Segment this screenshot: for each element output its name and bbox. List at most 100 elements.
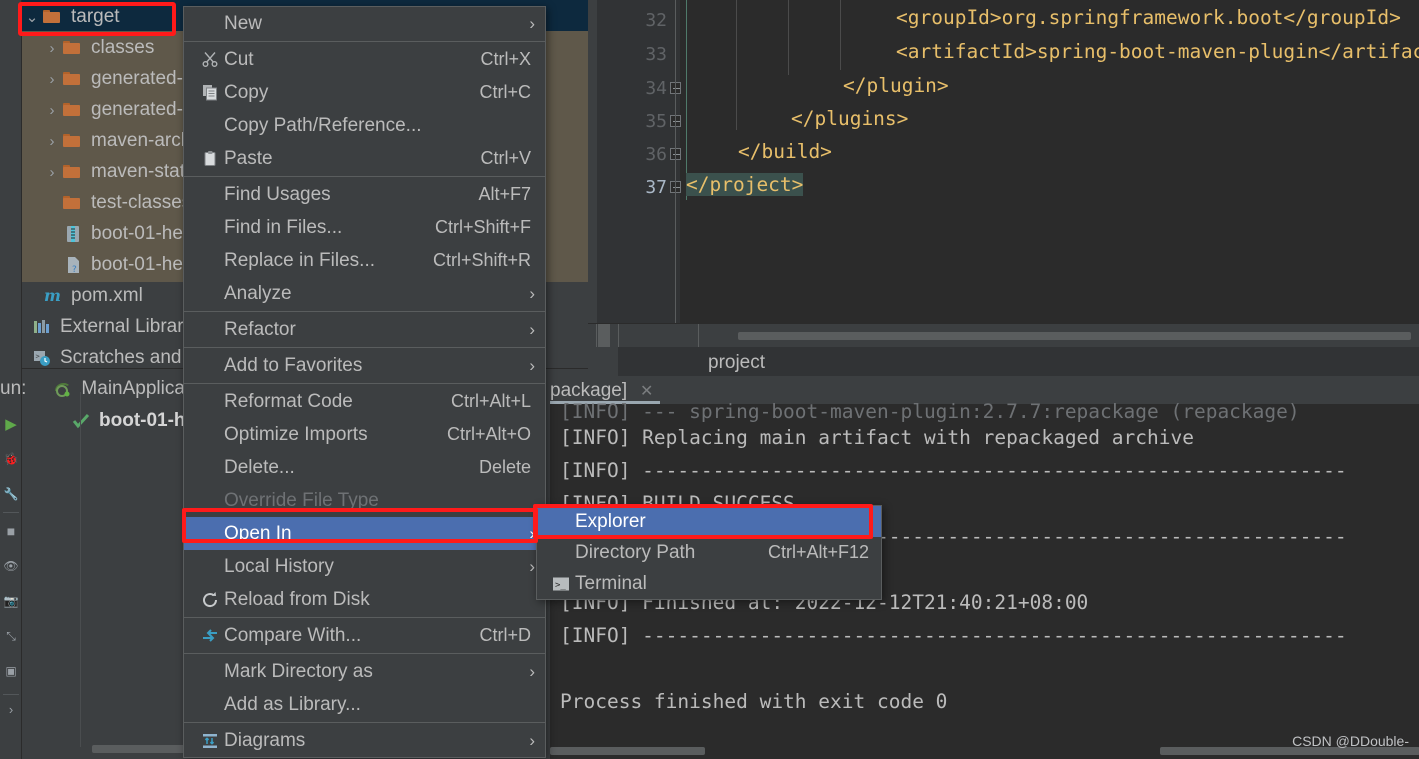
menu-item-label: Compare With...	[224, 624, 362, 646]
chevron-right-icon[interactable]: ›	[42, 164, 62, 181]
console-icon[interactable]: ▣	[2, 662, 20, 680]
menu-item-accel: Ctrl+Shift+R	[432, 250, 531, 270]
menu-item-label: Optimize Imports	[224, 423, 368, 445]
chevron-down-icon[interactable]: ⌄	[22, 8, 42, 26]
collapse-icon[interactable]: ⤡	[2, 627, 20, 645]
chevron-right-icon: ›	[529, 355, 535, 375]
line-number: 37	[645, 177, 667, 198]
folder-icon	[62, 133, 84, 149]
chevron-right-icon[interactable]: ›	[42, 133, 62, 150]
code-line: </build>	[738, 140, 832, 163]
menu-item-accel: Delete	[478, 457, 531, 477]
run-label: un:	[0, 378, 27, 399]
jar-icon	[62, 225, 84, 243]
menu-item-mark-directory-as[interactable]: Mark Directory as ›	[184, 655, 545, 688]
menu-item-label: New	[224, 12, 263, 34]
chevron-right-icon: ›	[529, 523, 535, 543]
chevron-right-icon[interactable]: ›	[42, 40, 62, 57]
menu-item-label: Paste	[224, 147, 273, 169]
maven-icon: m	[42, 287, 64, 305]
menu-item-reformat-code[interactable]: Reformat Code Ctrl+Alt+L	[184, 385, 545, 418]
menu-item-label: Override File Type	[224, 489, 379, 511]
menu-item-open-in[interactable]: Open In ›	[184, 517, 545, 550]
code-line-selected: </project>	[686, 173, 804, 196]
chevron-right-icon[interactable]: ›	[42, 71, 62, 88]
menu-separator	[184, 41, 545, 42]
menu-item-add-to-favorites[interactable]: Add to Favorites ›	[184, 349, 545, 382]
svg-text:m: m	[44, 287, 61, 305]
menu-item-label: Add to Favorites	[224, 354, 363, 376]
watch-icon[interactable]: 👁	[2, 557, 20, 575]
line-number: 34	[645, 78, 667, 99]
terminal-icon: >_	[547, 576, 575, 592]
chevron-right-icon: ›	[529, 730, 535, 750]
fold-gutter-line	[675, 0, 676, 324]
chevron-right-icon[interactable]: ›	[42, 102, 62, 119]
menu-item-optimize-imports[interactable]: Optimize Imports Ctrl+Alt+O	[184, 418, 545, 451]
scissors-icon	[196, 51, 224, 68]
menu-item-find-in-files[interactable]: Find in Files... Ctrl+Shift+F	[184, 211, 545, 244]
menu-item-analyze[interactable]: Analyze ›	[184, 277, 545, 310]
console-hscrollbar[interactable]	[550, 747, 705, 755]
code-line: <artifactId>spring-boot-maven-plugin</ar…	[896, 40, 1419, 63]
menu-item-label: Copy Path/Reference...	[224, 114, 422, 136]
menu-separator	[184, 311, 545, 312]
menu-separator	[184, 383, 545, 384]
context-menu[interactable]: New › Cut Ctrl+X Copy Ctrl+C Copy Path/R…	[183, 6, 546, 758]
menu-item-copy-path-reference[interactable]: Copy Path/Reference...	[184, 109, 545, 142]
panel-divider[interactable]	[598, 324, 610, 347]
menu-item-cut[interactable]: Cut Ctrl+X	[184, 43, 545, 76]
maven-run-tab-label[interactable]: package]	[550, 380, 627, 402]
chevron-right-icon: ›	[529, 319, 535, 339]
spring-boot-icon	[52, 379, 74, 399]
debug-icon[interactable]: 🐞	[2, 450, 20, 468]
menu-item-delete[interactable]: Delete... Delete	[184, 451, 545, 484]
submenu-item-explorer[interactable]: Explorer	[537, 506, 881, 537]
menu-item-label: Reload from Disk	[224, 588, 370, 610]
menu-item-compare-with[interactable]: Compare With... Ctrl+D	[184, 619, 545, 652]
editor-bottom-tabbar: project	[588, 324, 1419, 380]
build-icon[interactable]: 🔧	[2, 485, 20, 503]
menu-item-label: Cut	[224, 48, 254, 70]
menu-item-accel: Alt+F7	[478, 184, 531, 204]
menu-item-replace-in-files[interactable]: Replace in Files... Ctrl+Shift+R	[184, 244, 545, 277]
menu-item-label: Delete...	[224, 456, 295, 478]
open-in-submenu[interactable]: Explorer Directory Path Ctrl+Alt+F12 >_ …	[536, 505, 882, 600]
menu-item-copy[interactable]: Copy Ctrl+C	[184, 76, 545, 109]
menu-item-label: Find Usages	[224, 183, 331, 205]
editor-gutter[interactable]: 32 33 34 35 36 37	[597, 0, 680, 324]
menu-item-find-usages[interactable]: Find Usages Alt+F7	[184, 178, 545, 211]
submenu-item-terminal[interactable]: >_ Terminal	[537, 568, 881, 599]
run-icon[interactable]: ▶	[2, 415, 20, 433]
code-line: </plugin>	[843, 74, 949, 97]
menu-item-refactor[interactable]: Refactor ›	[184, 313, 545, 346]
folder-icon	[62, 102, 84, 118]
menu-item-new[interactable]: New ›	[184, 7, 545, 40]
submenu-item-label: Explorer	[575, 510, 646, 532]
close-icon[interactable]: ✕	[640, 381, 653, 401]
menu-item-add-as-library[interactable]: Add as Library...	[184, 688, 545, 721]
console-line: [INFO] ---------------------------------…	[560, 624, 1347, 647]
editor-hscrollbar[interactable]	[738, 332, 1411, 340]
menu-item-paste[interactable]: Paste Ctrl+V	[184, 142, 545, 175]
menu-separator	[184, 347, 545, 348]
submenu-item-directory-path[interactable]: Directory Path Ctrl+Alt+F12	[537, 537, 881, 568]
camera-icon[interactable]: 📷	[2, 592, 20, 610]
console-line: [INFO] --- spring-boot-maven-plugin:2.7.…	[560, 400, 1300, 423]
stop-icon[interactable]: ■	[2, 522, 20, 540]
menu-separator	[184, 617, 545, 618]
indent-guide	[788, 0, 789, 75]
menu-item-local-history[interactable]: Local History ›	[184, 550, 545, 583]
menu-item-reload-from-disk[interactable]: Reload from Disk	[184, 583, 545, 616]
unknown-file-icon: ?	[62, 256, 84, 274]
line-number: 32	[645, 10, 667, 31]
code-editor[interactable]: 32 33 34 35 36 37 <groupId>org.springfra…	[588, 0, 1419, 324]
maven-project-tab[interactable]: project	[708, 352, 765, 374]
expand-icon[interactable]: ›	[2, 700, 20, 718]
menu-item-diagrams[interactable]: Diagrams ›	[184, 724, 545, 757]
code-line: </plugins>	[791, 107, 909, 130]
menu-item-label: Add as Library...	[224, 693, 361, 715]
menu-item-label: Diagrams	[224, 729, 306, 751]
code-line: <groupId>org.springframework.boot</group…	[896, 6, 1401, 29]
folder-icon	[42, 9, 64, 25]
